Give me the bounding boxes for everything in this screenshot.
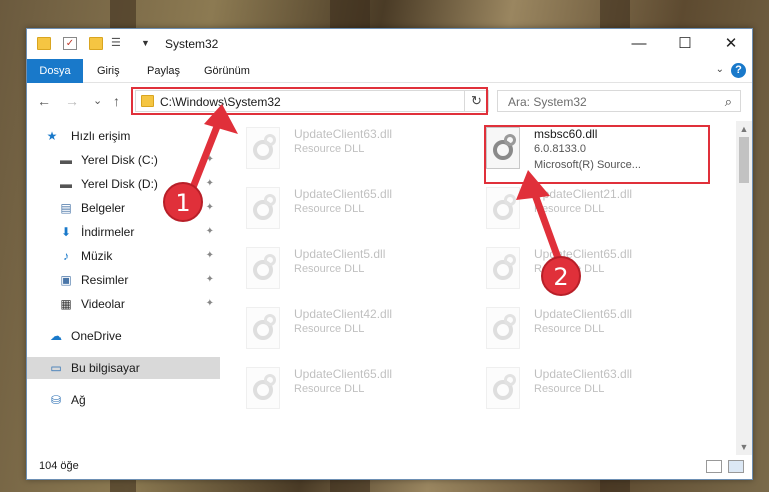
arrow-to-address — [188, 104, 238, 194]
annotation-arrows — [188, 104, 562, 262]
callout-2: 2 — [541, 256, 581, 296]
arrow-to-file — [516, 170, 562, 262]
callout-1: 1 — [163, 182, 203, 222]
